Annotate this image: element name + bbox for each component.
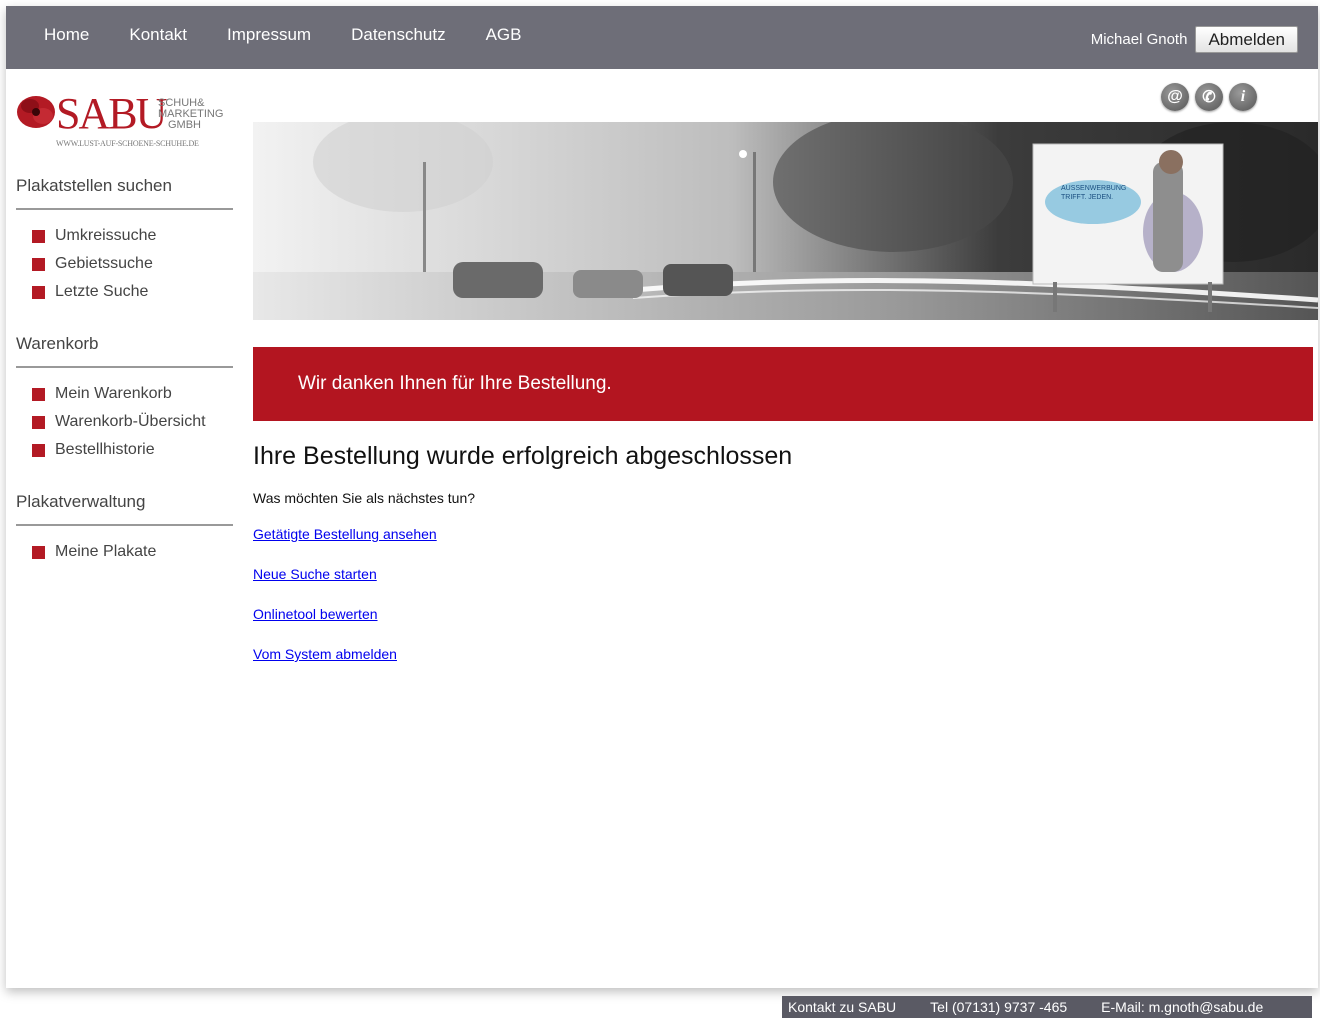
phone-icon[interactable]: ✆ bbox=[1195, 83, 1223, 111]
sidebar-item-letzte-suche[interactable]: Letzte Suche bbox=[16, 278, 233, 306]
header-banner-image: AUSSENWERBUNG TRIFFT. JEDEN. bbox=[253, 122, 1318, 320]
logout-link[interactable]: Vom System abmelden bbox=[253, 646, 397, 662]
sidebar-item-label: Gebietssuche bbox=[55, 255, 153, 272]
view-order-link[interactable]: Getätigte Bestellung ansehen bbox=[253, 526, 437, 542]
bullet-icon bbox=[32, 545, 45, 559]
bullet-icon bbox=[32, 387, 45, 401]
sidebar-item-label: Umkreissuche bbox=[55, 227, 157, 244]
nav-agb[interactable]: AGB bbox=[486, 25, 522, 45]
sidebar-item-gebietssuche[interactable]: Gebietssuche bbox=[16, 250, 233, 278]
footer-email[interactable]: E-Mail: m.gnoth@sabu.de bbox=[1101, 999, 1263, 1015]
logo-subtitle-line3: GMBH bbox=[168, 119, 201, 131]
sidebar-item-meine-plakate[interactable]: Meine Plakate bbox=[16, 538, 233, 566]
sidebar-heading: Plakatverwaltung bbox=[16, 492, 233, 526]
billboard-text-line1: AUSSENWERBUNG bbox=[1061, 185, 1126, 192]
logout-button[interactable]: Abmelden bbox=[1195, 26, 1298, 53]
billboard-text-line2: TRIFFT. JEDEN. bbox=[1061, 194, 1113, 201]
nav-impressum[interactable]: Impressum bbox=[227, 25, 311, 45]
bullet-icon bbox=[32, 415, 45, 429]
bullet-icon bbox=[32, 285, 45, 299]
info-icon[interactable]: i bbox=[1229, 83, 1257, 111]
page-title: Ihre Bestellung wurde erfolgreich abgesc… bbox=[253, 442, 793, 470]
footer-contact-label[interactable]: Kontakt zu SABU bbox=[788, 999, 896, 1015]
sidebar-heading: Plakatstellen suchen bbox=[16, 176, 233, 210]
user-area: Michael Gnoth Abmelden bbox=[1091, 26, 1298, 53]
sidebar-item-label: Mein Warenkorb bbox=[55, 385, 172, 402]
logo-url: WWW.LUST-AUF-SCHOENE-SCHUHE.DE bbox=[56, 139, 199, 148]
sidebar-section-search: Plakatstellen suchen Umkreissuche Gebiet… bbox=[16, 176, 233, 306]
sidebar-item-label: Warenkorb-Übersicht bbox=[55, 413, 206, 430]
page-container: Home Kontakt Impressum Datenschutz AGB M… bbox=[6, 6, 1318, 988]
sidebar-section-posters: Plakatverwaltung Meine Plakate bbox=[16, 492, 233, 566]
sidebar-item-label: Letzte Suche bbox=[55, 283, 149, 300]
footer-phone: Tel (07131) 9737 -465 bbox=[930, 999, 1068, 1015]
rate-tool-link[interactable]: Onlinetool bewerten bbox=[253, 606, 378, 622]
order-confirmation-notice: Wir danken Ihnen für Ihre Bestellung. bbox=[253, 347, 1313, 421]
logo-subtitle: SCHUH& MARKETING GMBH bbox=[158, 98, 223, 131]
sidebar-section-cart: Warenkorb Mein Warenkorb Warenkorb-Übers… bbox=[16, 334, 233, 464]
contact-icons: @ ✆ i bbox=[1161, 83, 1263, 111]
logo-flower-icon bbox=[17, 96, 55, 128]
banner-street-scene: AUSSENWERBUNG TRIFFT. JEDEN. bbox=[253, 122, 1318, 320]
nav-kontakt[interactable]: Kontakt bbox=[129, 25, 187, 45]
sidebar-item-bestellhistorie[interactable]: Bestellhistorie bbox=[16, 436, 233, 464]
logo-wordmark: SABU bbox=[56, 89, 167, 138]
new-search-link[interactable]: Neue Suche starten bbox=[253, 566, 377, 582]
sidebar-item-warenkorb-uebersicht[interactable]: Warenkorb-Übersicht bbox=[16, 408, 233, 436]
nav-home[interactable]: Home bbox=[44, 25, 89, 45]
bullet-icon bbox=[32, 229, 45, 243]
email-icon[interactable]: @ bbox=[1161, 83, 1189, 111]
footer-contact-bar: Kontakt zu SABU Tel (07131) 9737 -465 E-… bbox=[782, 996, 1312, 1018]
nav-datenschutz[interactable]: Datenschutz bbox=[351, 25, 446, 45]
sidebar-item-label: Bestellhistorie bbox=[55, 441, 155, 458]
next-step-question: Was möchten Sie als nächstes tun? bbox=[253, 490, 476, 506]
bullet-icon bbox=[32, 443, 45, 457]
sidebar-heading: Warenkorb bbox=[16, 334, 233, 368]
sidebar: Plakatstellen suchen Umkreissuche Gebiet… bbox=[16, 176, 233, 594]
user-name: Michael Gnoth bbox=[1090, 31, 1188, 48]
sidebar-item-label: Meine Plakate bbox=[55, 543, 157, 560]
sidebar-item-mein-warenkorb[interactable]: Mein Warenkorb bbox=[16, 380, 233, 408]
top-nav: Home Kontakt Impressum Datenschutz AGB bbox=[44, 25, 562, 45]
sidebar-item-umkreissuche[interactable]: Umkreissuche bbox=[16, 222, 233, 250]
top-navigation-bar: Home Kontakt Impressum Datenschutz AGB M… bbox=[6, 6, 1318, 69]
bullet-icon bbox=[32, 257, 45, 271]
sabu-logo[interactable]: SABU SCHUH& MARKETING GMBH WWW.LUST-AUF-… bbox=[16, 89, 236, 152]
